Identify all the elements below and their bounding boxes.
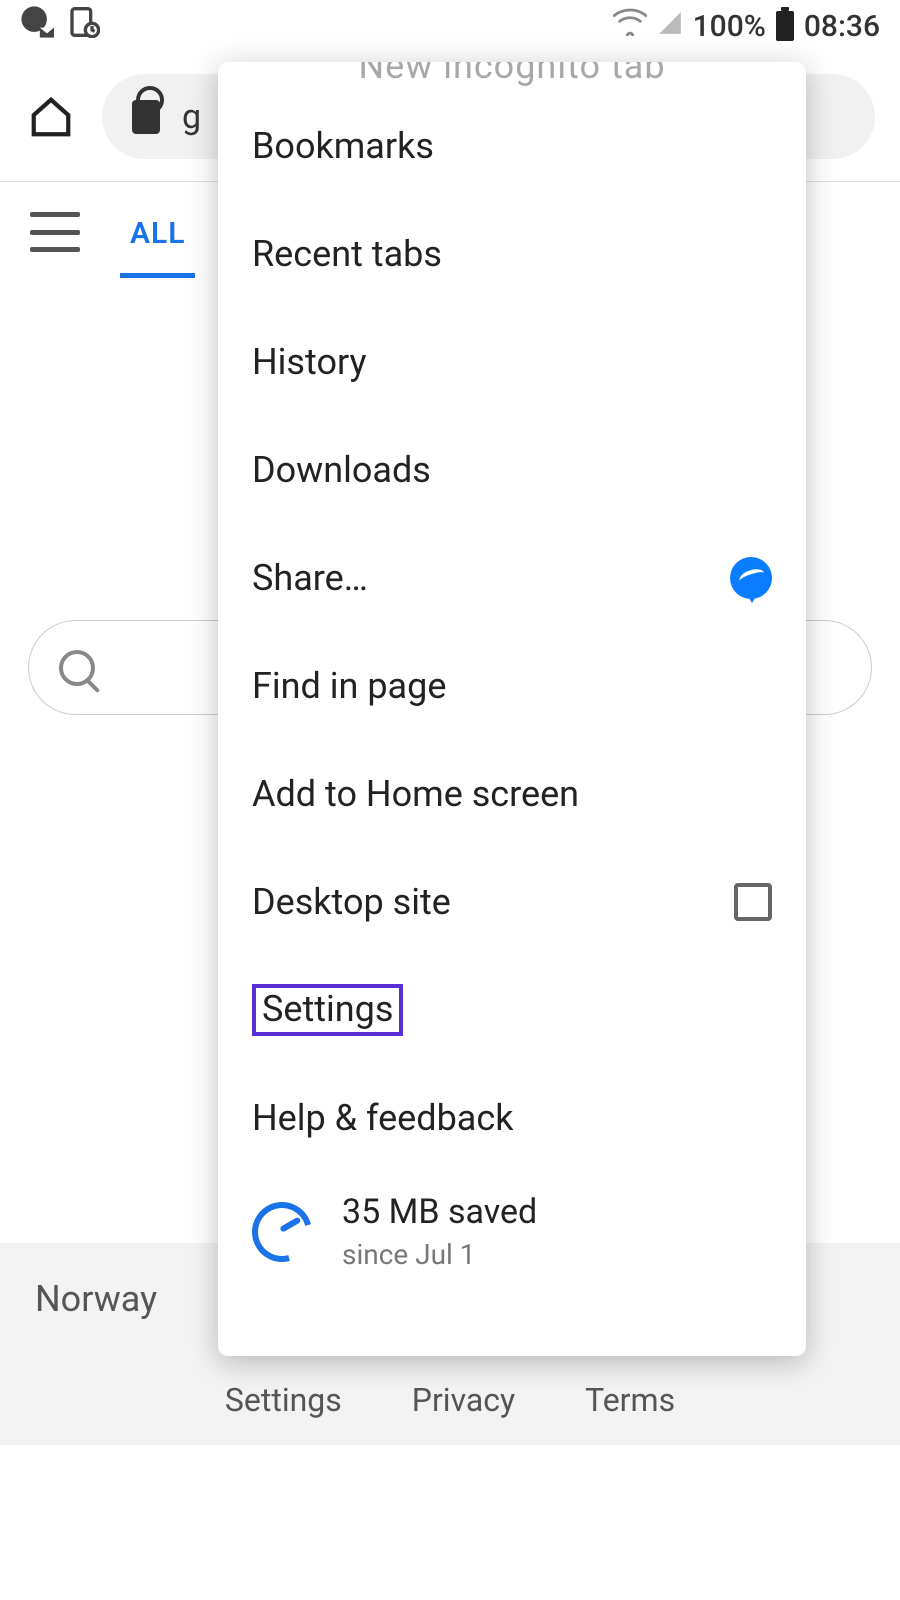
menu-label: Share… [252, 557, 730, 599]
status-bar: 100% 08:36 [0, 0, 900, 52]
menu-item-bookmarks[interactable]: Bookmarks [218, 92, 806, 200]
data-saver-title: 35 MB saved [342, 1192, 537, 1232]
menu-item-share[interactable]: Share… [218, 524, 806, 632]
menu-item-add-home[interactable]: Add to Home screen [218, 740, 806, 848]
hamburger-icon[interactable] [30, 212, 80, 252]
battery-icon [776, 11, 794, 41]
menu-label: Recent tabs [252, 233, 772, 275]
wifi-icon [613, 8, 647, 44]
gauge-icon [241, 1191, 323, 1273]
menu-label: Help & feedback [252, 1097, 772, 1139]
search-icon [59, 650, 95, 686]
location-text: Norway [35, 1278, 157, 1320]
message-icon [20, 5, 54, 47]
menu-label: Desktop site [252, 881, 734, 923]
menu-item-recent-tabs[interactable]: Recent tabs [218, 200, 806, 308]
clock-time: 08:36 [804, 9, 880, 44]
menu-item-desktop-site[interactable]: Desktop site [218, 848, 806, 956]
url-text: g [182, 97, 201, 137]
desktop-checkbox[interactable] [734, 883, 772, 921]
tab-all[interactable]: ALL [120, 186, 195, 278]
menu-label: Settings [262, 988, 393, 1030]
menu-item-find-in-page[interactable]: Find in page [218, 632, 806, 740]
lock-icon [132, 100, 160, 134]
sync-icon [68, 6, 100, 46]
menu-label: Find in page [252, 665, 772, 707]
menu-item-help[interactable]: Help & feedback [218, 1064, 806, 1172]
battery-percent: 100% [693, 9, 766, 44]
messenger-icon [730, 557, 772, 599]
menu-label: Downloads [252, 449, 772, 491]
menu-label: History [252, 341, 772, 383]
data-saver-subtitle: since Jul 1 [342, 1238, 537, 1271]
footer-links: Settings Privacy Terms [0, 1355, 900, 1445]
menu-label: Add to Home screen [252, 773, 772, 815]
menu-item-downloads[interactable]: Downloads [218, 416, 806, 524]
overflow-menu: New incognito tab Bookmarks Recent tabs … [218, 62, 806, 1356]
footer-settings[interactable]: Settings [225, 1381, 342, 1419]
menu-item-data-saver[interactable]: 35 MB saved since Jul 1 [218, 1172, 806, 1301]
footer-terms[interactable]: Terms [585, 1381, 675, 1419]
menu-item-settings[interactable]: Settings [218, 956, 806, 1064]
menu-item-history[interactable]: History [218, 308, 806, 416]
menu-item-incognito[interactable]: New incognito tab [218, 62, 806, 92]
footer-privacy[interactable]: Privacy [412, 1381, 515, 1419]
signal-icon [657, 9, 683, 44]
menu-label: New incognito tab [358, 62, 665, 87]
menu-label: Bookmarks [252, 125, 772, 167]
home-button[interactable] [25, 91, 77, 143]
